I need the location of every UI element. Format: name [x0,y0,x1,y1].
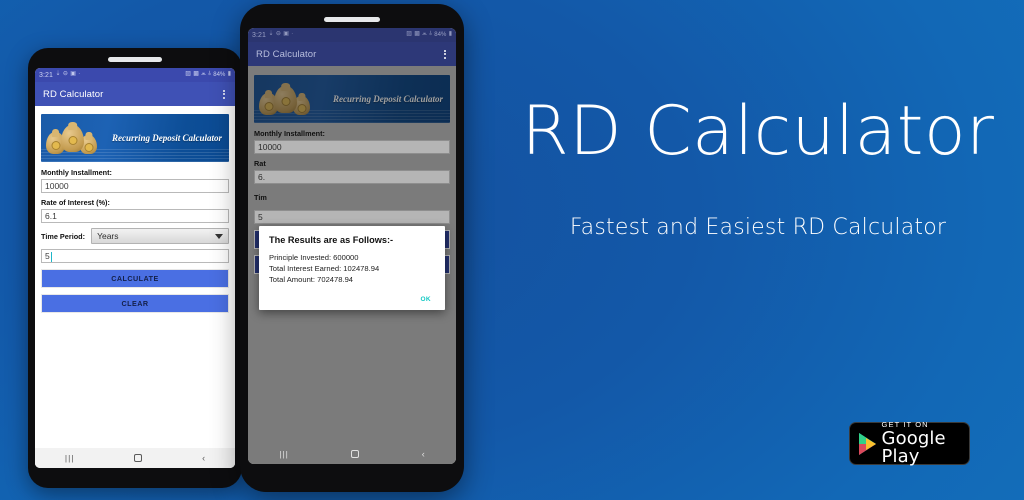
phone-mockup-right: 3:21 ⇣ ⊖ ▣ · ▨ ▩ ⩕ ⫰ 84% ▮ RD Calculator [240,4,464,492]
phone2-screen: 3:21 ⇣ ⊖ ▣ · ▨ ▩ ⩕ ⫰ 84% ▮ RD Calculator [248,28,456,464]
rate-input[interactable]: 6.1 [41,209,229,223]
wifi-icon: ⩕ [201,71,206,78]
status-time: 3:21 [252,31,267,39]
period-input[interactable]: 5 [254,210,450,224]
period-value: 5 [258,212,263,222]
rate-value: 6.1 [45,211,57,221]
screenshot-icon: ▣ [283,31,289,38]
app-title: RD Calculator [256,48,317,60]
play-badge-text: GET IT ON Google Play [882,421,960,467]
signal-icon: ⫰ [429,31,432,38]
period-unit-value: Years [97,231,119,241]
installment-label: Monthly Installment: [254,129,325,138]
battery-icon: ▮ [448,31,452,38]
battery-level: 84% [434,32,447,38]
home-icon[interactable] [351,450,360,458]
installment-label: Monthly Installment: [41,168,112,177]
battery-level: 84% [213,72,226,78]
dialog-title: The Results are as Follows:- [269,235,394,245]
google-play-badge[interactable]: GET IT ON Google Play [849,421,970,467]
dialog-principle: Principle Invested: 600000 [269,253,359,262]
back-icon[interactable]: ‹ [422,449,425,459]
rate-value: 6. [258,172,266,182]
download-icon: ⇣ [268,31,274,38]
status-time: 3:21 [39,71,54,79]
phone2-app-bar: RD Calculator [248,42,456,66]
phone1-screen: 3:21 ⇣ ⊖ ▣ · ▨ ▩ ⩕ ⫰ 84% ▮ RD Calculator [35,68,235,468]
phone1-form: Monthly Installment: 10000 Rate of Inter… [35,162,235,313]
do-not-disturb-icon: ⊖ [275,31,281,38]
page-subtitle: Fastest and Easiest RD Calculator [569,215,947,240]
screenshot-icon: ▣ [70,71,76,78]
signal-icon: ⫰ [208,71,211,78]
phone-mockup-left: 3:21 ⇣ ⊖ ▣ · ▨ ▩ ⩕ ⫰ 84% ▮ RD Calculator [28,48,242,488]
recurring-deposit-banner: Recurring Deposit Calculator [41,114,229,162]
play-badge-big-label: Google Play [881,428,946,468]
dialog-total: Total Amount: 702478.94 [269,275,354,284]
phone1-nav-bar: ||| ‹ [35,448,235,468]
rate-label: Rate of Interest (%): [41,198,110,207]
period-value: 5 [45,251,52,262]
time-period-row: Tim [254,189,450,205]
recents-icon[interactable]: ||| [65,454,75,463]
dialog-ok-button[interactable]: OK [416,294,435,305]
period-unit-dropdown[interactable]: Years [91,228,229,244]
installment-value: 10000 [258,142,282,152]
wifi-icon: ⩕ [422,31,427,38]
recurring-deposit-banner: Recurring Deposit Calculator [254,75,450,123]
vibrate-icon: ▩ [193,71,199,78]
clear-button[interactable]: CLEAR [41,294,229,313]
google-play-triangle-icon [859,432,876,455]
recents-icon[interactable]: ||| [279,450,289,459]
rate-input[interactable]: 6. [254,170,450,184]
dot-icon: · [291,31,294,38]
money-bags-image [46,116,102,154]
play-badge-small-label: GET IT ON [881,419,929,429]
phone2-nav-bar: ||| ‹ [248,444,456,464]
download-icon: ⇣ [55,71,61,78]
home-icon[interactable] [134,454,143,462]
phone-speaker [324,17,380,22]
dialog-interest: Total Interest Earned: 102478.94 [269,264,380,273]
overflow-menu-icon[interactable] [221,88,227,101]
calculate-button[interactable]: CALCULATE [41,269,229,288]
battery-icon: ▮ [227,71,231,78]
alarm-icon: ▨ [185,71,191,78]
banner-container: Recurring Deposit Calculator [248,66,456,123]
installment-input[interactable]: 10000 [254,140,450,154]
dot-icon: · [78,71,81,78]
period-label: Tim [254,192,267,202]
do-not-disturb-icon: ⊖ [62,71,68,78]
app-title: RD Calculator [43,88,104,100]
dialog-actions: OK [269,294,435,305]
phone-speaker [108,57,162,62]
period-input[interactable]: 5 [41,249,229,263]
results-dialog: The Results are as Follows:- Principle I… [259,226,445,310]
money-bags-image [259,77,315,115]
phone1-status-bar: 3:21 ⇣ ⊖ ▣ · ▨ ▩ ⩕ ⫰ 84% ▮ [35,68,235,82]
phone1-app-bar: RD Calculator [35,82,235,106]
alarm-icon: ▨ [406,31,412,38]
phone2-status-bar: 3:21 ⇣ ⊖ ▣ · ▨ ▩ ⩕ ⫰ 84% ▮ [248,28,456,42]
period-label: Time Period: [41,231,86,241]
banner-container: Recurring Deposit Calculator [35,106,235,162]
time-period-row: Time Period: Years [41,228,229,244]
back-icon[interactable]: ‹ [202,453,205,463]
installment-value: 10000 [45,181,69,191]
page-title: RD Calculator [521,92,995,171]
phone1-content: Recurring Deposit Calculator Monthly Ins… [35,106,235,468]
rate-label: Rat [254,159,266,168]
banner-text: Recurring Deposit Calculator [332,94,443,104]
vibrate-icon: ▩ [414,31,420,38]
installment-input[interactable]: 10000 [41,179,229,193]
overflow-menu-icon[interactable] [442,48,448,61]
phone2-content: Recurring Deposit Calculator Monthly Ins… [248,66,456,464]
banner-text: Recurring Deposit Calculator [111,133,222,143]
chevron-down-icon [215,233,223,239]
